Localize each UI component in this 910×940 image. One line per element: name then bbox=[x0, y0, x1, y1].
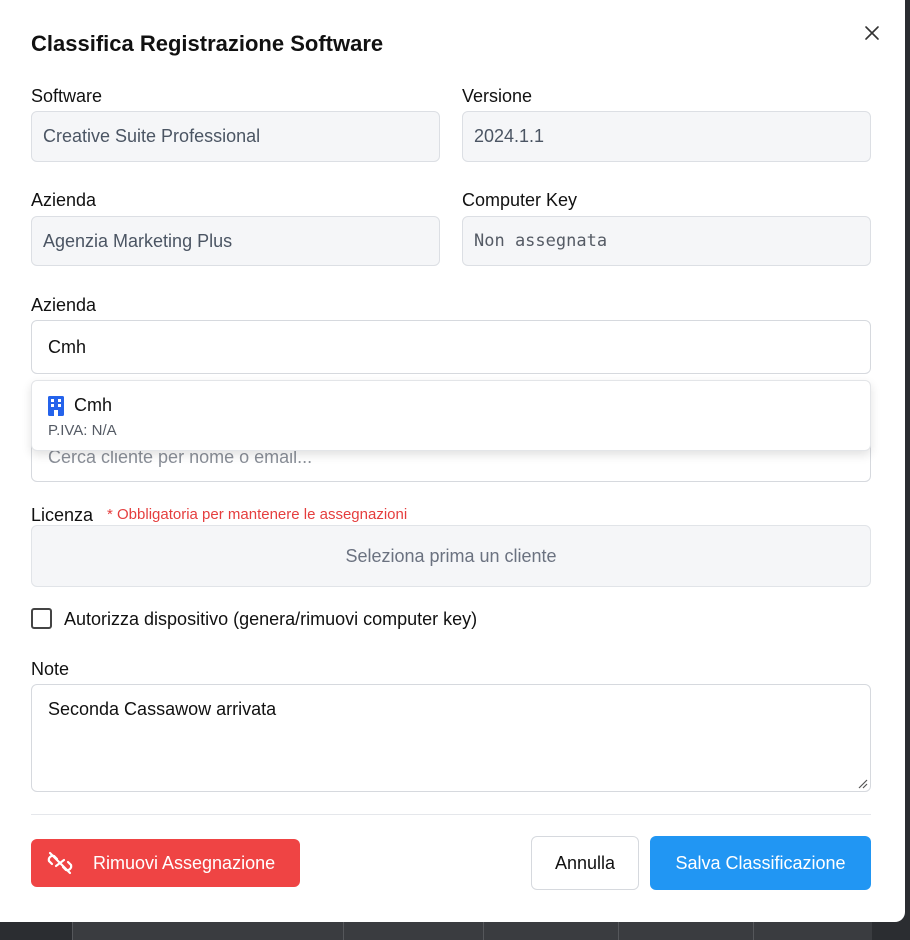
classify-modal: Classifica Registrazione Software Softwa… bbox=[0, 0, 905, 922]
computer-key-field: Non assegnata bbox=[462, 216, 871, 266]
cancel-button[interactable]: Annulla bbox=[531, 836, 639, 890]
version-field: 2024.1.1 bbox=[462, 111, 871, 162]
version-label: Versione bbox=[462, 86, 533, 106]
notes-text: Seconda Cassawow arrivata bbox=[48, 699, 277, 719]
footer-divider bbox=[31, 814, 871, 815]
modal-title: Classifica Registrazione Software bbox=[31, 31, 384, 56]
notes-textarea[interactable]: Seconda Cassawow arrivata bbox=[31, 684, 871, 792]
authorize-device-checkbox[interactable] bbox=[31, 608, 52, 629]
save-classification-button[interactable]: Salva Classificazione bbox=[650, 836, 871, 890]
building-icon bbox=[48, 396, 64, 416]
license-select[interactable]: Seleziona prima un cliente bbox=[31, 525, 871, 587]
remove-assignment-button[interactable]: Rimuovi Assegnazione bbox=[31, 839, 300, 887]
license-required-note: * Obbligatoria per mantenere le assegnaz… bbox=[107, 506, 408, 523]
authorize-device-label[interactable]: Autorizza dispositivo (genera/rimuovi co… bbox=[64, 609, 477, 630]
company-field: Agenzia Marketing Plus bbox=[31, 216, 440, 266]
notes-label: Note bbox=[31, 659, 70, 679]
software-label: Software bbox=[31, 86, 103, 106]
software-field: Creative Suite Professional bbox=[31, 111, 440, 162]
client-input[interactable]: Cmh bbox=[31, 320, 871, 374]
company-label: Azienda bbox=[31, 190, 97, 210]
client-suggestion-item[interactable]: Cmh P.IVA: N/A bbox=[31, 380, 871, 451]
suggestion-vat: P.IVA: N/A bbox=[48, 422, 117, 439]
resize-grip-icon[interactable] bbox=[856, 777, 868, 789]
client-label: Azienda bbox=[31, 295, 97, 315]
suggestion-name: Cmh bbox=[74, 395, 113, 415]
unlink-icon bbox=[47, 851, 73, 875]
close-icon[interactable] bbox=[861, 22, 883, 44]
remove-assignment-label: Rimuovi Assegnazione bbox=[93, 853, 276, 873]
computer-key-label: Computer Key bbox=[462, 190, 578, 210]
license-label: Licenza bbox=[31, 505, 94, 525]
